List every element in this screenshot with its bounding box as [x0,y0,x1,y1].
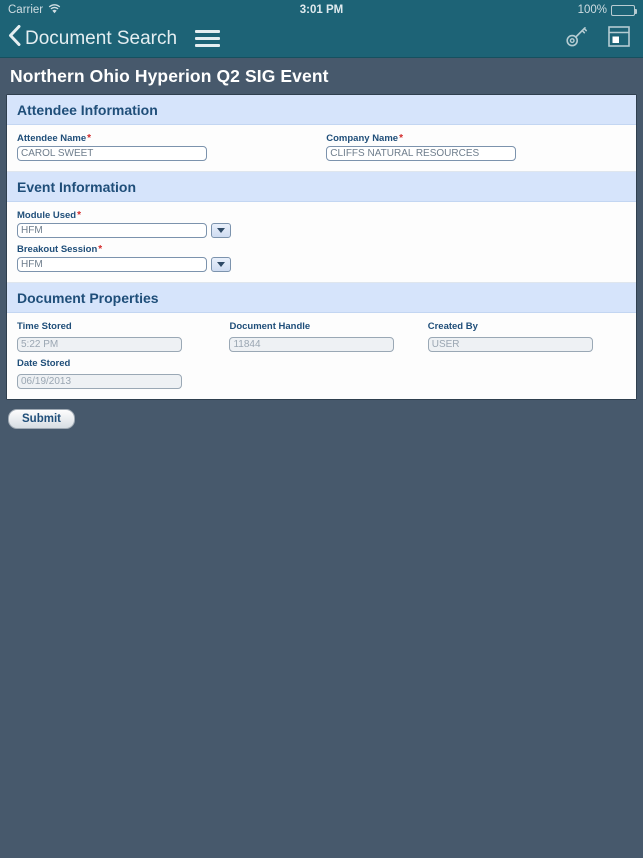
label-text: Attendee Name [17,133,87,144]
field-document-handle: Document Handle [229,321,413,352]
field-row: Date Stored [17,358,626,389]
input-wrap [326,146,612,161]
module-used-dropdown-button[interactable] [211,223,231,238]
field-breakout-session: Breakout Session* [17,244,231,272]
input-wrap [17,146,312,161]
field-label-module-used: Module Used* [17,210,231,221]
chevron-down-icon [217,228,225,233]
section-header-attendee-information: Attendee Information [7,95,636,125]
section-body-document-properties: Time Stored Document Handle Created By D… [7,313,636,399]
field-label-company-name: Company Name* [326,133,612,144]
chevron-down-icon [217,262,225,267]
label-text: Breakout Session [17,244,98,255]
company-name-input[interactable] [326,146,517,161]
hamburger-line [195,44,221,47]
input-wrap [17,257,231,272]
battery-percent-label: 100% [577,4,607,16]
back-button[interactable]: Document Search [8,25,177,52]
form-card: Attendee Information Attendee Name* Comp… [6,94,637,400]
field-row: Time Stored Document Handle Created By [17,321,626,352]
page-title-bar: Northern Ohio Hyperion Q2 SIG Event [0,58,643,94]
field-company-name: Company Name* [326,133,612,161]
field-label-created-by: Created By [427,321,478,332]
page-title: Northern Ohio Hyperion Q2 SIG Event [10,65,329,86]
section-body-attendee-information: Attendee Name* Company Name* [7,125,636,172]
field-label-date-stored: Date Stored [17,358,71,369]
status-bar-time: 3:01 PM [299,4,344,16]
required-marker: * [98,244,103,255]
window-layout-icon[interactable] [607,24,631,54]
time-stored-input [17,337,182,352]
key-icon[interactable] [564,24,589,54]
required-marker: * [87,133,92,144]
attendee-name-input[interactable] [17,146,207,161]
hamburger-line [195,37,221,40]
status-bar-right: 100% [577,4,637,16]
module-used-input[interactable] [17,223,207,238]
field-attendee-name: Attendee Name* [17,133,312,161]
back-button-label: Document Search [25,27,178,49]
field-time-stored: Time Stored [17,321,215,352]
section-header-event-information: Event Information [7,172,636,202]
document-handle-input [229,337,395,352]
created-by-input [427,337,593,352]
date-stored-input [17,374,182,389]
hamburger-menu-icon[interactable] [195,30,221,47]
navigation-bar: Document Search [0,20,643,58]
input-wrap [17,223,231,238]
battery-icon [611,4,637,16]
field-label-time-stored: Time Stored [17,321,72,332]
status-bar: Carrier 3:01 PM 100% [0,0,643,20]
required-marker: * [399,133,403,144]
required-marker: * [77,210,82,221]
field-created-by: Created By [427,321,612,352]
breakout-session-input[interactable] [17,257,207,272]
chevron-left-icon [8,25,21,52]
section-header-document-properties: Document Properties [7,283,636,313]
label-text: Module Used [17,210,77,221]
submit-button[interactable]: Submit [8,409,75,429]
submit-row: Submit [0,400,643,429]
field-row: Attendee Name* Company Name* [17,133,626,161]
label-text: Company Name [326,133,399,144]
field-row: Breakout Session* [17,244,626,272]
field-label-document-handle: Document Handle [229,321,311,332]
section-body-event-information: Module Used* Breakout Session* [7,202,636,283]
field-module-used: Module Used* [17,210,231,238]
field-label-breakout-session: Breakout Session* [17,244,231,255]
field-date-stored: Date Stored [17,358,227,389]
field-row: Module Used* [17,210,626,238]
breakout-session-dropdown-button[interactable] [211,257,231,272]
field-label-attendee-name: Attendee Name* [17,133,312,144]
hamburger-line [195,30,221,33]
